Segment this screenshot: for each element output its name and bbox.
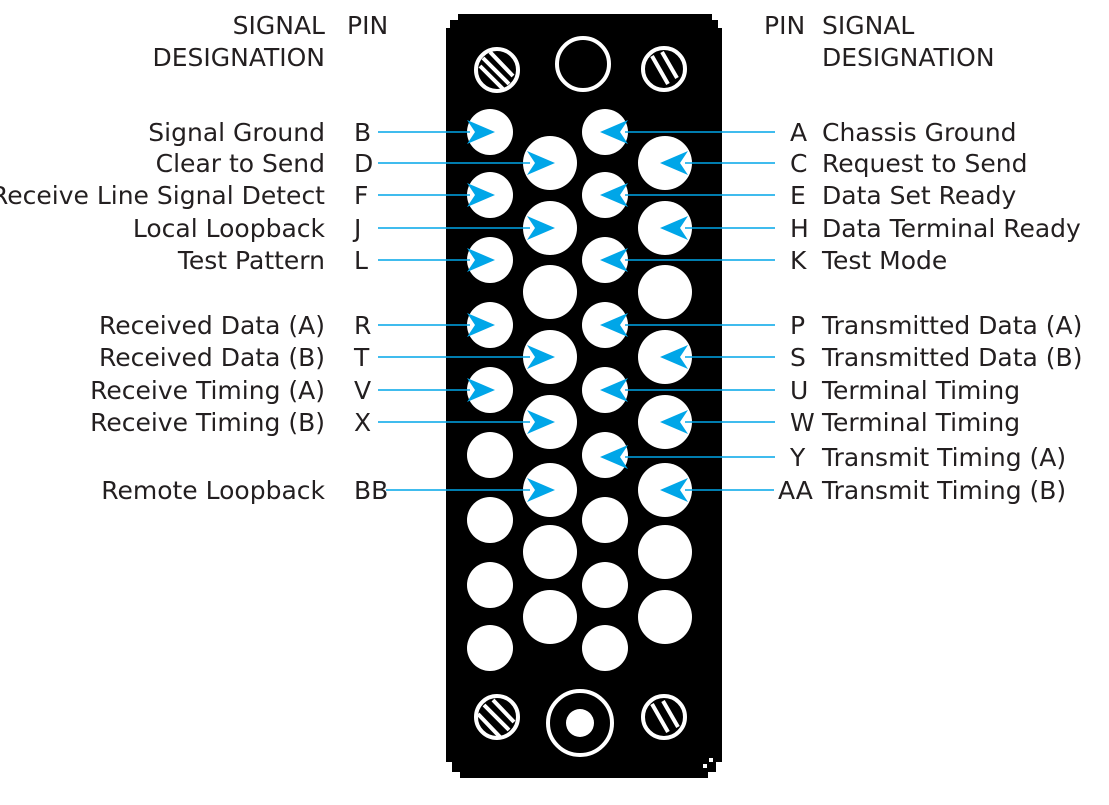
- pin-letter: P: [790, 311, 805, 340]
- signal-designation: Transmitted Data (B): [821, 343, 1082, 372]
- pin-contact: [582, 625, 628, 671]
- pin-letter: F: [354, 181, 368, 210]
- connector-pinout-diagram: SIGNAL DESIGNATION PIN PIN SIGNAL DESIGN…: [0, 11, 1082, 778]
- left-header-designation: DESIGNATION: [152, 43, 325, 72]
- bottom-left-screw-icon: [474, 694, 520, 740]
- right-header: PIN SIGNAL DESIGNATION: [764, 11, 995, 72]
- pin-contact: [638, 265, 692, 319]
- left-header-pin: PIN: [347, 11, 388, 40]
- right-signal-row: H Data Terminal Ready: [660, 214, 1081, 243]
- pin-contact: [582, 497, 628, 543]
- pin-contact: [523, 590, 577, 644]
- pin-letter: V: [354, 376, 371, 405]
- left-signal-row: Receive Timing (A) V: [90, 376, 495, 405]
- corner-notch: [703, 764, 707, 768]
- pin-letter: T: [353, 343, 370, 372]
- signal-designation: Transmit Timing (B): [821, 476, 1066, 505]
- pin-letter: AA: [778, 476, 813, 505]
- pin-letter: D: [354, 149, 373, 178]
- right-header-signal: SIGNAL: [822, 11, 914, 40]
- pin-letter: B: [354, 118, 371, 147]
- pin-letter: W: [790, 408, 815, 437]
- pin-contact: [523, 265, 577, 319]
- pin-letter: A: [790, 118, 807, 147]
- pin-letter: E: [790, 181, 806, 210]
- signal-designation: Local Loopback: [133, 214, 326, 243]
- pin-contact: [467, 497, 513, 543]
- signal-designation: Test Pattern: [177, 246, 325, 275]
- corner-notch: [709, 758, 713, 762]
- pin-letter: BB: [354, 476, 388, 505]
- left-signal-row: Receive Line Signal Detect F: [0, 181, 495, 210]
- pin-contact: [638, 525, 692, 579]
- left-header-signal: SIGNAL: [233, 11, 325, 40]
- signal-designation: Receive Timing (B): [90, 408, 325, 437]
- pin-letter: J: [352, 214, 361, 243]
- pin-letter: X: [354, 408, 371, 437]
- pin-contact: [523, 525, 577, 579]
- signal-designation: Clear to Send: [156, 149, 325, 178]
- pin-letter: S: [790, 343, 806, 372]
- pin-contact: [467, 625, 513, 671]
- signal-designation: Transmit Timing (A): [821, 443, 1066, 472]
- signal-designation: Request to Send: [822, 149, 1028, 178]
- signal-designation: Test Mode: [821, 246, 947, 275]
- pin-letter: Y: [789, 443, 806, 472]
- signal-designation: Terminal Timing: [821, 376, 1020, 405]
- left-header: SIGNAL DESIGNATION PIN: [152, 11, 388, 72]
- pin-letter: H: [790, 214, 809, 243]
- signal-designation: Received Data (B): [99, 343, 325, 372]
- left-signal-row: Received Data (A) R: [99, 311, 495, 340]
- signal-designation: Chassis Ground: [822, 118, 1017, 147]
- signal-designation: Data Set Ready: [822, 181, 1016, 210]
- pin-contact: [582, 562, 628, 608]
- signal-designation: Receive Timing (A): [90, 376, 325, 405]
- right-header-pin: PIN: [764, 11, 805, 40]
- signal-designation: Receive Line Signal Detect: [0, 181, 325, 210]
- signal-designation: Remote Loopback: [101, 476, 325, 505]
- pin-letter: L: [354, 246, 368, 275]
- pin-contact: [638, 590, 692, 644]
- pin-letter: K: [790, 246, 807, 275]
- signal-designation: Terminal Timing: [821, 408, 1020, 437]
- signal-designation: Signal Ground: [148, 118, 325, 147]
- pin-letter: C: [790, 149, 807, 178]
- right-header-designation: DESIGNATION: [822, 43, 995, 72]
- right-signal-row: S Transmitted Data (B): [660, 343, 1082, 372]
- signal-designation: Transmitted Data (A): [821, 311, 1082, 340]
- pin-letter: U: [790, 376, 808, 405]
- pin-contact: [467, 562, 513, 608]
- pin-letter: R: [354, 311, 371, 340]
- pin-contact: [467, 432, 513, 478]
- left-signal-row: Signal Ground B: [148, 118, 495, 147]
- signal-designation: Data Terminal Ready: [822, 214, 1081, 243]
- signal-designation: Received Data (A): [99, 311, 325, 340]
